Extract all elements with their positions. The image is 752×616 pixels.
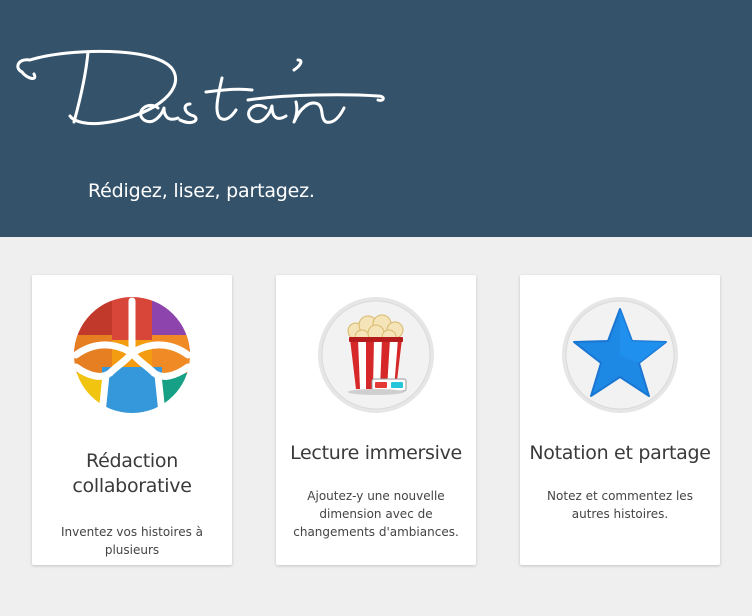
tagline: Rédigez, lisez, partagez.	[88, 180, 315, 202]
dastan-logo[interactable]	[8, 30, 388, 140]
card-title: Rédaction collaborative	[32, 449, 232, 499]
card-title: Notation et partage	[529, 442, 711, 464]
card-description: Inventez vos histoires à plusieurs	[61, 525, 203, 557]
card-description: Notez et commentez les autres histoires.	[547, 489, 693, 521]
dastan-logo-script	[16, 49, 385, 126]
card-description: Ajoutez-y une nouvelle dimension avec de…	[293, 489, 459, 539]
popcorn-icon	[316, 295, 436, 415]
star-icon	[560, 295, 680, 415]
feature-card-collaborative[interactable]: Rédaction collaborative Inventez vos his…	[32, 275, 232, 565]
hero-banner: Rédigez, lisez, partagez.	[0, 0, 752, 237]
card-title: Lecture immersive	[290, 442, 462, 464]
feature-card-immersive[interactable]: Lecture immersive Ajoutez-y une nouvelle…	[276, 275, 476, 565]
card-title-line2: collaborative	[72, 475, 192, 497]
feature-card-rating[interactable]: Notation et partage Notez et commentez l…	[520, 275, 720, 565]
collaboration-icon	[72, 295, 192, 415]
card-title-line1: Rédaction	[86, 450, 178, 472]
